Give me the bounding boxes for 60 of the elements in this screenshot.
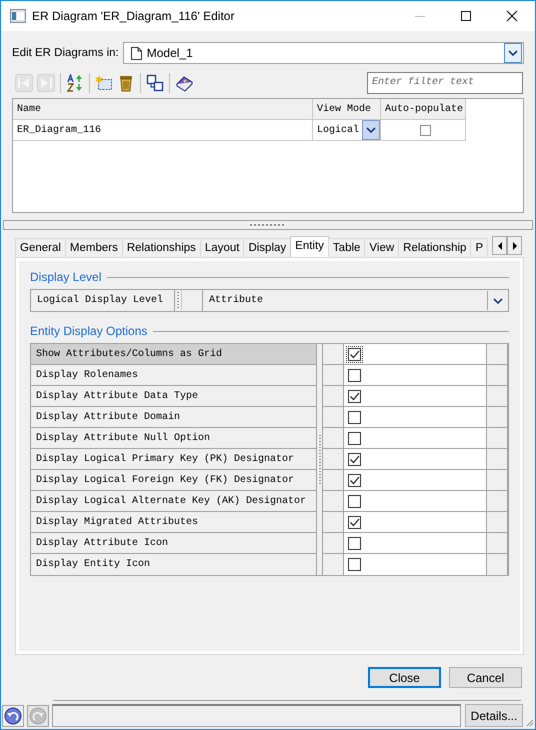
- option-label[interactable]: Display Rolenames: [31, 365, 317, 386]
- option-label[interactable]: Display Logical Primary Key (PK) Designator: [31, 449, 317, 470]
- tab[interactable]: Entity: [290, 236, 329, 257]
- checkbox[interactable]: [348, 368, 361, 382]
- option-label[interactable]: Display Attribute Icon: [31, 533, 317, 554]
- option-label[interactable]: Display Attribute Null Option: [31, 428, 317, 449]
- maximize-icon: [460, 10, 472, 22]
- details-button[interactable]: Details...: [465, 704, 523, 727]
- table-cell: ER_Diagram_116: [13, 120, 313, 141]
- linked-boxes-icon[interactable]: [146, 74, 164, 92]
- checkbox[interactable]: [348, 452, 361, 466]
- option-label[interactable]: Display Logical Foreign Key (FK) Designator: [31, 470, 317, 491]
- tab[interactable]: P: [470, 238, 488, 257]
- dialog-button[interactable]: Close: [368, 667, 441, 688]
- scroll-left-button[interactable]: [492, 236, 507, 255]
- column-header[interactable]: Auto-populate: [381, 99, 466, 120]
- checkbox[interactable]: [348, 390, 361, 402]
- checkbox[interactable]: [348, 348, 361, 360]
- undo-button[interactable]: [2, 704, 24, 726]
- left-triangle-icon: [496, 242, 502, 250]
- column-header[interactable]: View Mode: [313, 99, 381, 120]
- dialog-button[interactable]: Cancel: [449, 667, 522, 688]
- book-icon[interactable]: [175, 74, 193, 92]
- option-label[interactable]: Display Attribute Data Type: [31, 386, 317, 407]
- tab[interactable]: Table: [328, 238, 366, 257]
- option-label[interactable]: Display Logical Alternate Key (AK) Designator: [31, 491, 317, 512]
- field-label: Edit ER Diagrams in:: [12, 47, 119, 59]
- undo-icon: [4, 706, 22, 724]
- model-dropdown[interactable]: Model_1: [122, 42, 524, 64]
- checkbox[interactable]: [348, 558, 361, 571]
- tab[interactable]: General: [15, 238, 66, 257]
- checkbox[interactable]: [348, 516, 361, 528]
- checkbox[interactable]: [348, 432, 361, 444]
- checkbox[interactable]: [348, 474, 361, 486]
- scroll-right-button[interactable]: [507, 236, 522, 255]
- checkbox[interactable]: [348, 494, 361, 508]
- filter-field[interactable]: Enter filter text: [367, 72, 523, 94]
- checkbox[interactable]: [348, 410, 361, 424]
- new-table-icon[interactable]: [95, 74, 113, 92]
- right-triangle-icon: [512, 242, 518, 250]
- option-label[interactable]: Display Attribute Domain: [31, 407, 317, 428]
- document-icon: [130, 46, 142, 60]
- checkbox[interactable]: [420, 124, 430, 136]
- resize-grip-icon: [526, 719, 534, 727]
- property-label: Logical Display Level: [31, 290, 175, 311]
- grip-icon: [175, 290, 182, 310]
- sort-icon[interactable]: [66, 74, 84, 92]
- option-label[interactable]: Display Migrated Attributes: [31, 512, 317, 533]
- section-heading: Display Level: [30, 270, 102, 284]
- app-icon: [10, 9, 26, 23]
- checkbox[interactable]: [348, 536, 361, 550]
- close-icon: [506, 10, 518, 22]
- section-heading: Entity Display Options: [30, 324, 148, 338]
- view-mode-dropdown[interactable]: Logical: [313, 120, 381, 141]
- option-label[interactable]: Show Attributes/Columns as Grid: [31, 344, 317, 365]
- window-title: ER Diagram 'ER_Diagram_116' Editor: [32, 9, 234, 23]
- column-header[interactable]: Name: [13, 99, 313, 120]
- splitter-handle[interactable]: [3, 220, 533, 230]
- trash-icon[interactable]: [117, 74, 135, 92]
- redo-icon: [29, 706, 47, 724]
